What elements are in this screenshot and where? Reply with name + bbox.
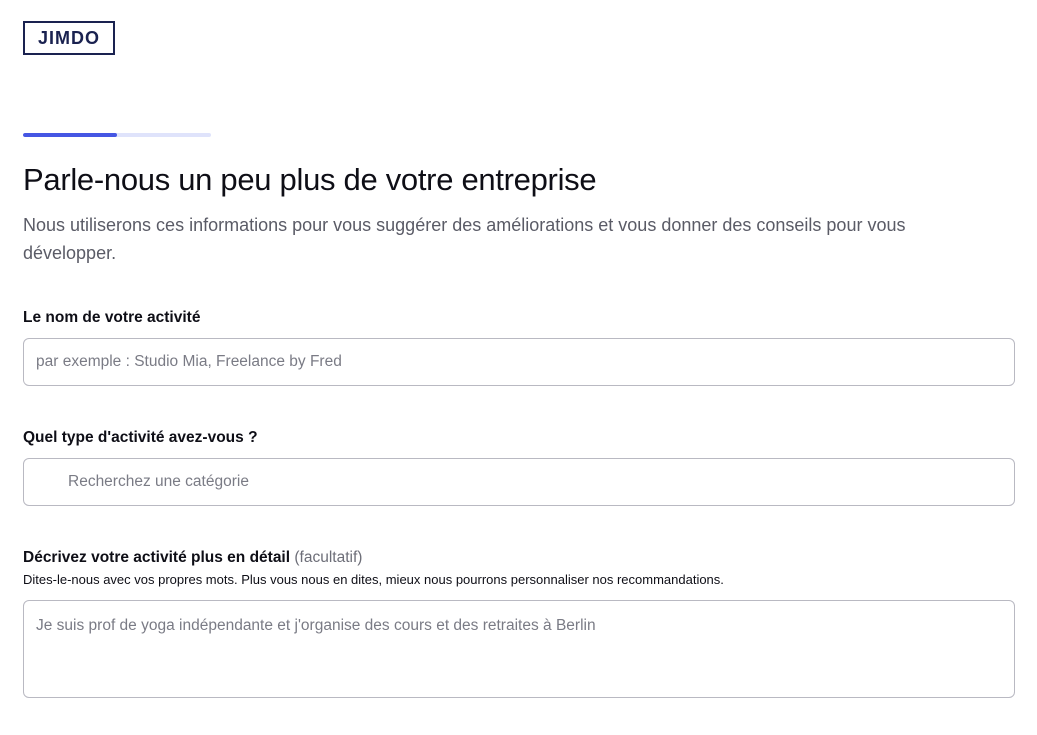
- business-description-textarea[interactable]: [23, 600, 1015, 698]
- optional-tag: (facultatif): [294, 549, 363, 566]
- page-subtitle: Nous utiliserons ces informations pour v…: [23, 215, 906, 263]
- business-type-label-text: Quel type d'activité avez-vous ?: [23, 429, 258, 446]
- jimdo-logo: JIMDO: [23, 21, 115, 55]
- business-type-label: Quel type d'activité avez-vous ?: [23, 429, 258, 447]
- progress-bar-fill: [23, 133, 117, 137]
- logo-text: JIMDO: [37, 27, 100, 48]
- business-name-input[interactable]: [23, 338, 1015, 386]
- business-type-search: [23, 458, 1015, 506]
- description-label-text: Décrivez votre activité plus en détail: [23, 549, 291, 566]
- description-helper-text: Dites-le-nous avec vos propres mots. Plu…: [23, 572, 724, 587]
- progress-bar: [23, 133, 211, 137]
- business-type-search-input[interactable]: [23, 458, 1015, 506]
- business-name-label-text: Le nom de votre activité: [23, 309, 201, 326]
- business-name-label: Le nom de votre activité: [23, 309, 200, 327]
- description-label: Décrivez votre activité plus en détail (…: [23, 549, 362, 567]
- onboarding-page: JIMDO Parle-nous un peu plus de votre en…: [0, 0, 1037, 735]
- page-title: Parle-nous un peu plus de votre entrepri…: [23, 162, 597, 197]
